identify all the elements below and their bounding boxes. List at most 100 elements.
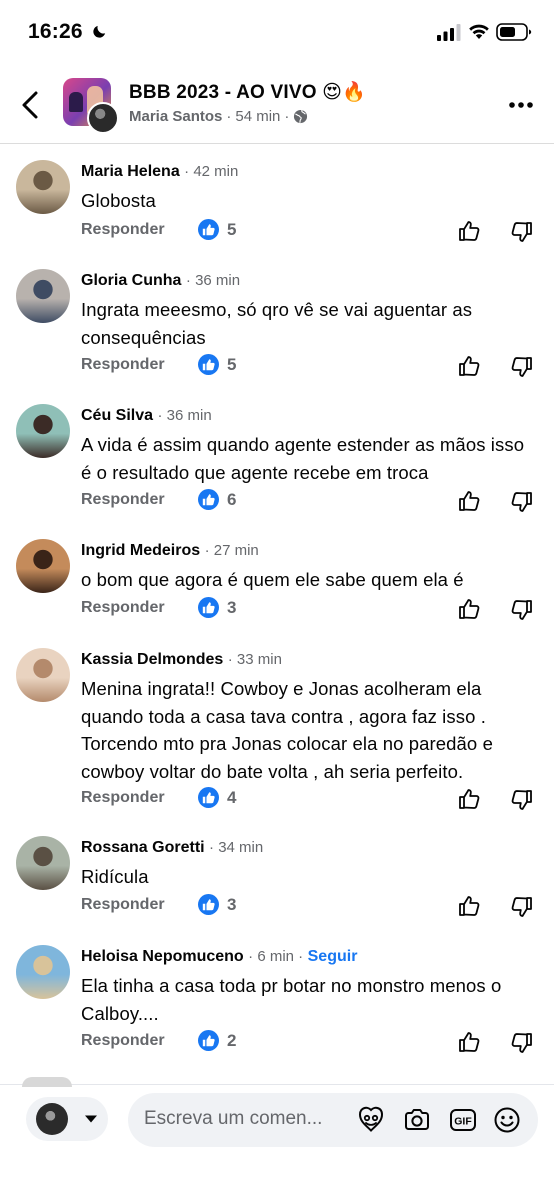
downvote-icon[interactable]: [510, 598, 534, 622]
camera-icon[interactable]: [402, 1105, 432, 1135]
comment-actions: Responder 4: [81, 787, 541, 813]
commenter-avatar[interactable]: [16, 269, 70, 323]
svg-text:GIF: GIF: [454, 1116, 472, 1128]
comment-actions: Responder 5: [81, 219, 541, 245]
downvote-icon[interactable]: [510, 788, 534, 812]
comment-time: · 33 min: [227, 651, 282, 668]
like-number: 3: [227, 597, 237, 617]
commenter-name[interactable]: Ingrid Medeiros: [81, 542, 200, 559]
reply-button[interactable]: Responder: [81, 1032, 165, 1050]
comment-header: Heloisa Nepomuceno · 6 min · Seguir: [81, 948, 357, 966]
avatar-frame-icon[interactable]: [356, 1105, 386, 1135]
comment-time: · 36 min: [157, 407, 212, 424]
comment-text: Ingrata meeesmo, só qro vê se vai aguent…: [81, 299, 473, 348]
comment-actions: Responder 3: [81, 894, 541, 920]
upvote-icon[interactable]: [457, 894, 481, 918]
downvote-icon[interactable]: [510, 220, 534, 244]
post-time: 54 min: [235, 108, 281, 125]
comment-text: A vida é assim quando agente estender as…: [81, 434, 525, 483]
post-author[interactable]: Maria Santos: [129, 108, 222, 125]
commenter-name[interactable]: Heloisa Nepomuceno: [81, 948, 244, 965]
like-count: 2: [198, 1030, 236, 1051]
upvote-icon[interactable]: [457, 354, 481, 378]
commenter-name[interactable]: Gloria Cunha: [81, 272, 181, 289]
status-time: 16:26: [28, 20, 83, 43]
downvote-icon[interactable]: [510, 1031, 534, 1055]
commenter-avatar[interactable]: [16, 539, 70, 593]
comment-actions: Responder 6: [81, 489, 541, 515]
commenter-name[interactable]: Kassia Delmondes: [81, 651, 223, 668]
reply-button[interactable]: Responder: [81, 221, 165, 239]
upvote-icon[interactable]: [457, 489, 481, 513]
downvote-icon[interactable]: [510, 490, 534, 514]
commenter-avatar[interactable]: [16, 648, 70, 702]
like-count: 5: [198, 219, 236, 240]
meta-separator: ·: [226, 108, 232, 125]
chevron-down-icon: [85, 1115, 97, 1123]
meta-separator: ·: [284, 108, 290, 125]
commenter-avatar[interactable]: [16, 404, 70, 458]
more-options-icon[interactable]: [508, 100, 534, 110]
comment-actions: Responder 5: [81, 354, 541, 380]
comment-header: Gloria Cunha · 36 min: [81, 272, 240, 290]
like-count: 3: [198, 597, 236, 618]
upvote-icon[interactable]: [457, 1030, 481, 1054]
comment-time: · 34 min: [209, 839, 264, 856]
comment-text: Ridícula: [81, 866, 149, 887]
comment-header: Céu Silva · 36 min: [81, 407, 212, 425]
comment-actions: Responder 2: [81, 1030, 541, 1056]
downvote-icon[interactable]: [510, 895, 534, 919]
comment-text: Menina ingrata!! Cowboy e Jonas acolhera…: [81, 678, 493, 782]
like-number: 4: [227, 787, 237, 807]
comment-header: Kassia Delmondes · 33 min: [81, 651, 282, 669]
comment-text: Globosta: [81, 190, 156, 211]
like-thumb-icon: [198, 354, 219, 375]
follow-button[interactable]: Seguir: [308, 948, 358, 965]
comments-list: Maria Helena · 42 min Globosta Responder…: [0, 144, 554, 1084]
reply-button[interactable]: Responder: [81, 896, 165, 914]
comment-time: · 42 min: [184, 163, 239, 180]
commenter-name[interactable]: Rossana Goretti: [81, 839, 205, 856]
profile-switcher[interactable]: [26, 1097, 108, 1141]
my-avatar: [36, 1103, 68, 1135]
comment-time: · 27 min: [204, 542, 259, 559]
group-avatar[interactable]: [63, 78, 121, 134]
upvote-icon[interactable]: [457, 219, 481, 243]
upvote-icon[interactable]: [457, 787, 481, 811]
like-count: 4: [198, 787, 236, 808]
battery-icon: [496, 23, 532, 41]
back-arrow-icon[interactable]: [18, 90, 44, 120]
reply-button[interactable]: Responder: [81, 356, 165, 374]
comment-header: Maria Helena · 42 min: [81, 163, 238, 181]
post-header: BBB 2023 - AO VIVO 😍🔥 Maria Santos · 54 …: [0, 66, 554, 144]
reply-button[interactable]: Responder: [81, 599, 165, 617]
comment-header: Rossana Goretti · 34 min: [81, 839, 263, 857]
gif-icon[interactable]: GIF: [448, 1105, 478, 1135]
commenter-avatar[interactable]: [16, 836, 70, 890]
like-count: 5: [198, 354, 236, 375]
like-thumb-icon: [198, 219, 219, 240]
like-number: 6: [227, 489, 237, 509]
upvote-icon[interactable]: [457, 597, 481, 621]
author-avatar: [87, 102, 119, 134]
like-count: 3: [198, 894, 236, 915]
reply-button[interactable]: Responder: [81, 491, 165, 509]
downvote-icon[interactable]: [510, 355, 534, 379]
comment-composer-bar: GIF: [0, 1077, 554, 1199]
like-number: 2: [227, 1030, 237, 1050]
commenter-avatar[interactable]: [16, 160, 70, 214]
partial-avatar: [22, 1077, 72, 1087]
wifi-icon: [469, 24, 489, 39]
commenter-name[interactable]: Maria Helena: [81, 163, 180, 180]
post-title[interactable]: BBB 2023 - AO VIVO 😍🔥: [129, 80, 366, 104]
commenter-name[interactable]: Céu Silva: [81, 407, 153, 424]
comment-actions: Responder 3: [81, 597, 541, 623]
commenter-avatar[interactable]: [16, 945, 70, 999]
reply-button[interactable]: Responder: [81, 789, 165, 807]
emoji-icon[interactable]: [492, 1105, 522, 1135]
like-thumb-icon: [198, 787, 219, 808]
like-thumb-icon: [198, 597, 219, 618]
comment-header: Ingrid Medeiros · 27 min: [81, 542, 259, 560]
like-number: 3: [227, 894, 237, 914]
comment-input[interactable]: [144, 1108, 334, 1130]
